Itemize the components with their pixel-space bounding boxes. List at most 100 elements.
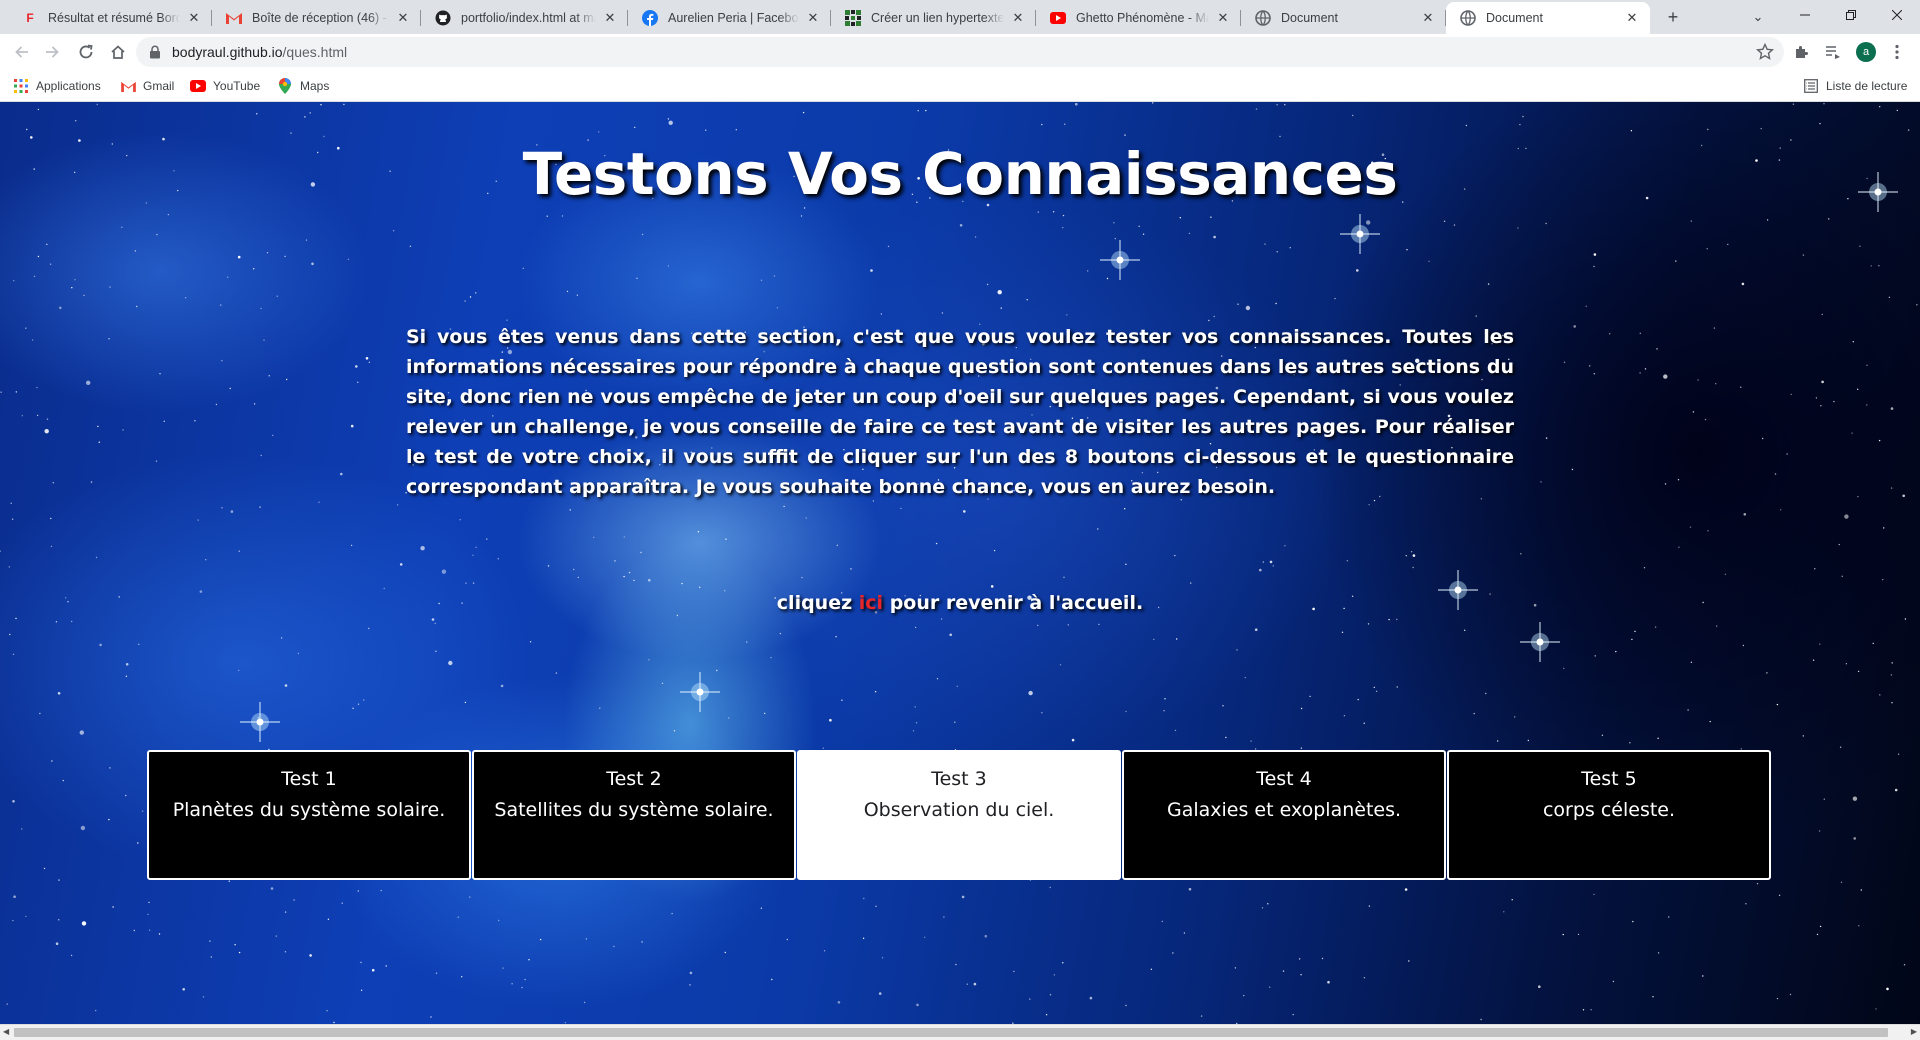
home-link[interactable]: ici: [859, 592, 883, 614]
test-1-button[interactable]: Test 1 Planètes du système solaire.: [147, 750, 471, 880]
star: [1279, 135, 1281, 138]
close-icon[interactable]: ✕: [395, 10, 411, 26]
minimize-button[interactable]: [1782, 0, 1828, 30]
test-buttons: Test 1 Planètes du système solaire. Test…: [147, 750, 1772, 880]
star: [997, 290, 1002, 295]
star: [1262, 561, 1265, 563]
bookmark-youtube[interactable]: YouTube: [190, 77, 260, 95]
star: [1522, 115, 1524, 118]
star: [30, 136, 33, 139]
star: [966, 983, 968, 985]
star: [13, 895, 16, 898]
star: [138, 643, 140, 645]
tab[interactable]: Document ✕: [1241, 2, 1446, 34]
tab[interactable]: Boîte de réception (46) - a ✕: [212, 2, 421, 34]
menu-kebab-icon[interactable]: [1887, 42, 1907, 62]
star: [238, 951, 241, 954]
grid-icon: [845, 10, 861, 26]
tab-search-button[interactable]: ⌄: [1744, 4, 1772, 30]
home-button[interactable]: [104, 38, 132, 66]
star: [1582, 1009, 1585, 1011]
star: [352, 707, 354, 709]
star: [1408, 960, 1410, 962]
star: [1629, 742, 1631, 744]
scroll-left-icon[interactable]: ◀: [3, 1027, 9, 1036]
reading-list-button[interactable]: Liste de lecture: [1803, 77, 1907, 95]
tab[interactable]: Ghetto Phénomène - Maria ✕: [1036, 2, 1241, 34]
star: [465, 582, 467, 584]
test-5-button[interactable]: Test 5 corps céleste.: [1447, 750, 1771, 880]
star: [0, 391, 2, 393]
star: [1663, 374, 1668, 379]
media-queue-icon[interactable]: [1823, 42, 1843, 62]
star: [305, 239, 308, 241]
star: [1890, 487, 1893, 489]
tab[interactable]: F Résultat et résumé Bordea ✕: [8, 2, 212, 34]
star: [284, 255, 286, 258]
star: [350, 544, 353, 547]
bookmark-star-icon[interactable]: [1756, 43, 1774, 61]
test-3-button[interactable]: Test 3 Observation du ciel.: [797, 750, 1121, 880]
bookmark-maps[interactable]: Maps: [277, 77, 329, 95]
forward-button[interactable]: [38, 38, 66, 66]
close-icon[interactable]: ✕: [805, 10, 821, 26]
star: [1654, 626, 1657, 628]
close-icon[interactable]: ✕: [1010, 10, 1026, 26]
close-icon[interactable]: ✕: [1420, 10, 1436, 26]
star: [521, 986, 523, 989]
tab[interactable]: Aurelien Peria | Facebook ✕: [628, 2, 831, 34]
star: [1888, 296, 1891, 298]
bright-star: [680, 672, 720, 712]
star: [1087, 270, 1089, 272]
star: [83, 294, 85, 297]
star: [112, 906, 114, 908]
restore-button[interactable]: [1828, 0, 1874, 30]
star: [43, 867, 46, 870]
star: [1878, 439, 1881, 442]
star: [430, 1016, 432, 1018]
close-icon[interactable]: ✕: [186, 10, 202, 26]
star: [1845, 663, 1848, 665]
star: [459, 519, 461, 521]
tab-active[interactable]: Document ✕: [1446, 2, 1650, 34]
star: [963, 510, 966, 513]
bookmark-applications[interactable]: Applications: [13, 77, 101, 95]
test-4-button[interactable]: Test 4 Galaxies et exoplanètes.: [1122, 750, 1446, 880]
star: [1563, 667, 1565, 670]
star: [993, 549, 996, 552]
star: [986, 283, 989, 286]
scroll-right-icon[interactable]: ▶: [1911, 1027, 1917, 1036]
close-icon[interactable]: ✕: [1215, 10, 1231, 26]
star: [1064, 123, 1066, 125]
star: [786, 938, 788, 941]
tab[interactable]: Créer un lien hypertexte q ✕: [831, 2, 1036, 34]
star: [221, 360, 223, 362]
star: [55, 621, 58, 623]
star: [805, 517, 807, 519]
new-tab-button[interactable]: +: [1659, 4, 1687, 30]
back-button[interactable]: [8, 38, 36, 66]
close-icon[interactable]: ✕: [1624, 10, 1640, 26]
star: [1282, 970, 1285, 972]
scrollbar-thumb[interactable]: [14, 1028, 1888, 1037]
bookmark-gmail[interactable]: Gmail: [120, 77, 174, 95]
star: [1321, 957, 1324, 960]
extensions-icon[interactable]: [1791, 42, 1811, 62]
star: [728, 717, 730, 719]
profile-avatar[interactable]: a: [1856, 42, 1876, 62]
tab[interactable]: portfolio/index.html at ma ✕: [421, 2, 628, 34]
star: [357, 703, 360, 705]
horizontal-scrollbar[interactable]: ◀ ▶: [0, 1024, 1920, 1040]
close-icon[interactable]: ✕: [602, 10, 618, 26]
reload-button[interactable]: [72, 38, 100, 66]
test-2-button[interactable]: Test 2 Satellites du système solaire.: [472, 750, 796, 880]
close-window-button[interactable]: [1874, 0, 1920, 30]
star: [1615, 650, 1617, 653]
address-bar[interactable]: bodyraul.github.io/ques.html: [136, 37, 1784, 67]
star: [6, 1003, 8, 1005]
star: [802, 111, 805, 114]
star: [205, 559, 207, 561]
star: [699, 586, 701, 588]
star: [134, 250, 137, 252]
star: [1573, 325, 1576, 328]
